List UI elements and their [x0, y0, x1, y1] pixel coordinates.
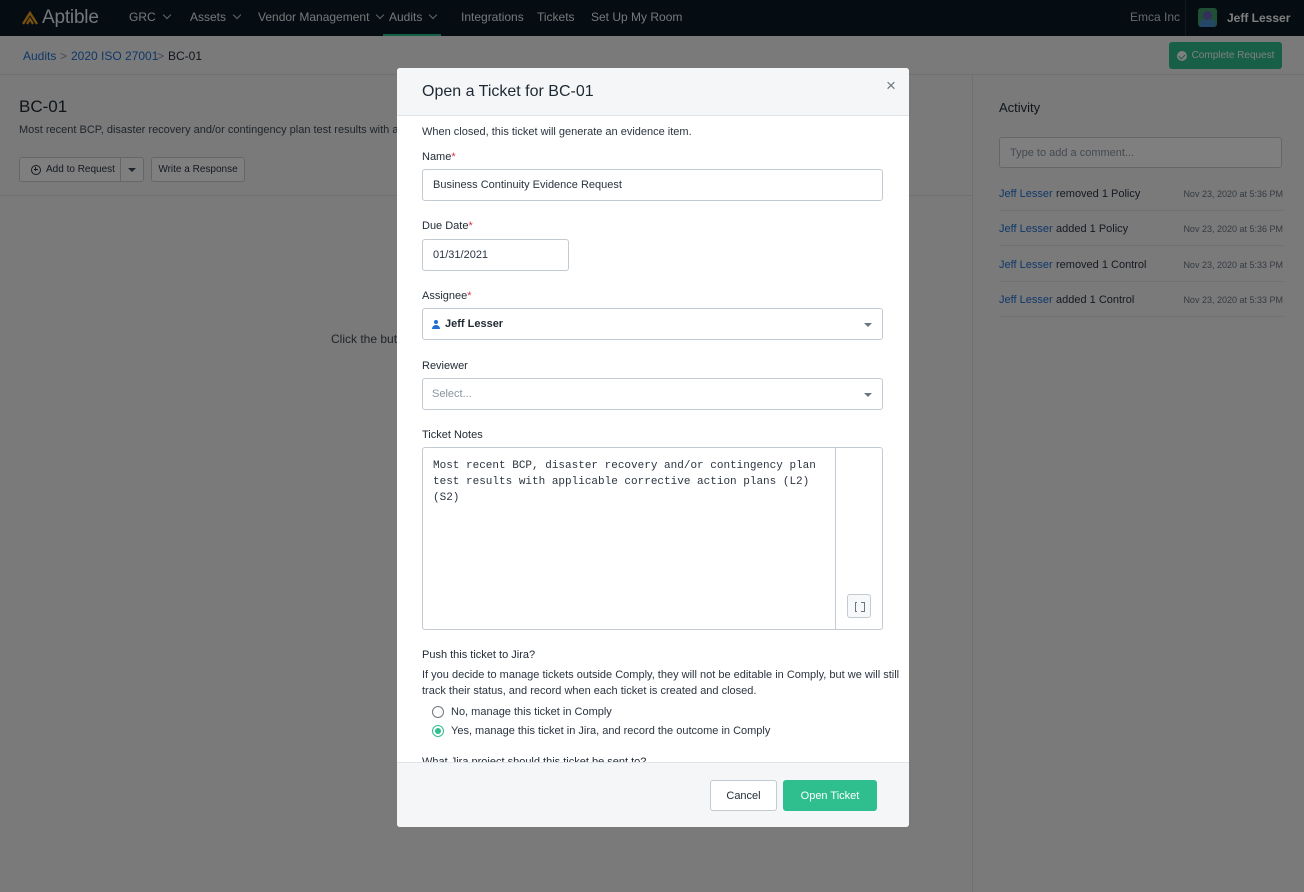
person-icon [432, 319, 440, 329]
jira-option-no-label[interactable]: No, manage this ticket in Comply [451, 706, 612, 718]
expand-icon[interactable] [847, 594, 871, 618]
ticket-notes-editor[interactable]: Most recent BCP, disaster recovery and/o… [422, 447, 883, 630]
jira-help-line-2: track their status, and record when each… [422, 685, 757, 697]
cancel-button[interactable]: Cancel [710, 780, 777, 811]
assignee-label: Assignee* [422, 290, 472, 302]
ticket-notes-label: Ticket Notes [422, 429, 483, 441]
due-date-label: Due Date* [422, 220, 473, 232]
modal-footer: Cancel Open Ticket [397, 762, 909, 827]
assignee-value: Jeff Lesser [445, 318, 504, 330]
jira-label: Push this ticket to Jira? [422, 649, 536, 661]
due-date-field[interactable] [422, 239, 569, 271]
reviewer-label: Reviewer [422, 360, 468, 372]
required-mark: * [467, 290, 472, 302]
jira-help-line-1: If you decide to manage tickets outside … [422, 669, 900, 681]
open-ticket-modal: Open a Ticket for BC-01 × When closed, t… [397, 68, 909, 827]
due-date-label-text: Due Date [422, 220, 469, 232]
assignee-label-text: Assignee [422, 290, 468, 302]
caret-down-icon [864, 393, 872, 397]
name-label: Name* [422, 151, 456, 163]
jira-option-yes-label[interactable]: Yes, manage this ticket in Jira, and rec… [451, 725, 770, 737]
required-mark: * [451, 151, 456, 163]
editor-rail [835, 448, 836, 629]
reviewer-placeholder: Select... [432, 388, 472, 400]
close-icon[interactable]: × [886, 77, 896, 94]
name-label-text: Name [422, 151, 452, 163]
reviewer-select[interactable]: Select... [422, 378, 883, 410]
required-mark: * [468, 220, 473, 232]
caret-down-icon [864, 323, 872, 327]
jira-option-no-radio[interactable] [432, 706, 444, 718]
assignee-select[interactable]: Jeff Lesser [422, 308, 883, 340]
modal-header: Open a Ticket for BC-01 × [397, 68, 909, 116]
ticket-notes-text[interactable]: Most recent BCP, disaster recovery and/o… [433, 458, 833, 506]
open-ticket-button[interactable]: Open Ticket [783, 780, 877, 811]
jira-option-yes-radio[interactable] [432, 725, 444, 737]
modal-intro: When closed, this ticket will generate a… [422, 126, 692, 138]
name-field[interactable] [422, 169, 883, 201]
modal-title: Open a Ticket for BC-01 [422, 83, 594, 100]
